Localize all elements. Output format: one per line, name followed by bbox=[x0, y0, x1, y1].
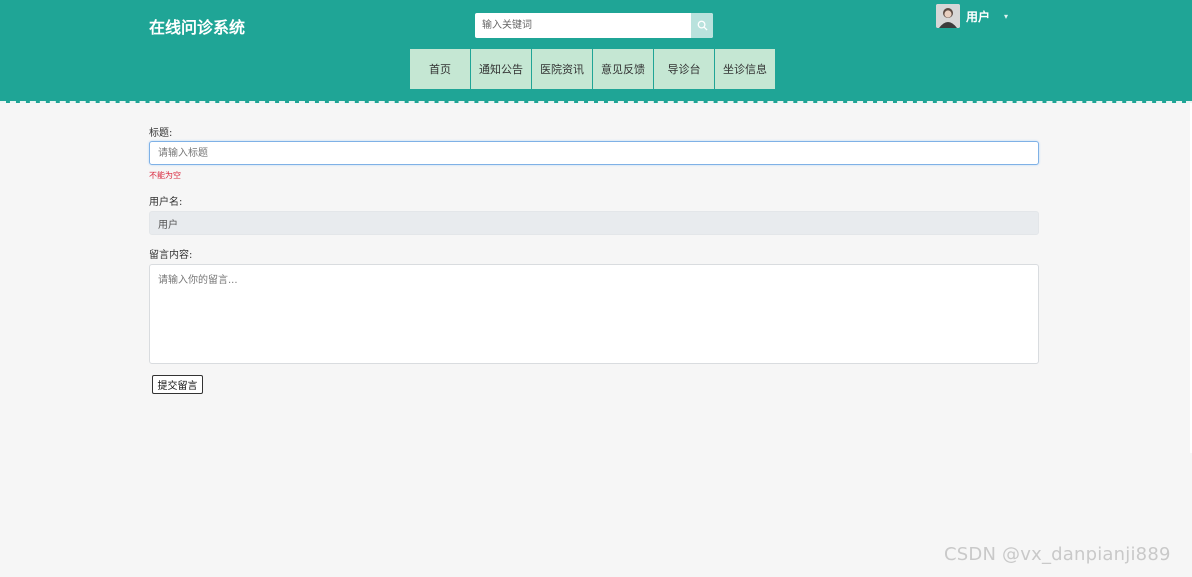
submit-button[interactable]: 提交留言 bbox=[152, 375, 203, 394]
user-menu[interactable]: 用户 ▾ bbox=[936, 4, 1008, 28]
message-textarea[interactable] bbox=[149, 264, 1039, 364]
nav-item-notices[interactable]: 通知公告 bbox=[471, 49, 531, 89]
watermark: CSDN @vx_danpianji889 bbox=[944, 544, 1171, 565]
title-input[interactable] bbox=[149, 141, 1039, 165]
site-brand[interactable]: 在线问诊系统 bbox=[149, 14, 245, 38]
nav-item-feedback[interactable]: 意见反馈 bbox=[593, 49, 653, 89]
nav-item-home[interactable]: 首页 bbox=[410, 49, 470, 89]
search-bar bbox=[475, 13, 713, 38]
search-button[interactable] bbox=[691, 13, 713, 38]
top-header: 在线问诊系统 用户 ▾ 首页 通知公告 医院资讯 意见反馈 导诊台 坐诊信息 bbox=[0, 0, 1192, 103]
avatar bbox=[936, 4, 960, 28]
main-nav: 首页 通知公告 医院资讯 意见反馈 导诊台 坐诊信息 bbox=[410, 49, 776, 89]
search-icon bbox=[697, 20, 708, 31]
search-input[interactable] bbox=[475, 13, 691, 38]
title-label: 标题: bbox=[149, 128, 173, 139]
username-field: 用户 bbox=[149, 211, 1039, 235]
nav-item-hospital-news[interactable]: 医院资讯 bbox=[532, 49, 592, 89]
nav-item-doctor-schedule[interactable]: 坐诊信息 bbox=[715, 49, 775, 89]
nav-item-guide-desk[interactable]: 导诊台 bbox=[654, 49, 714, 89]
chevron-down-icon: ▾ bbox=[1004, 11, 1009, 21]
username-label: 用户名: bbox=[149, 197, 183, 208]
content-label: 留言内容: bbox=[149, 250, 193, 261]
user-name: 用户 bbox=[966, 9, 991, 24]
title-error-message: 不能为空 bbox=[149, 171, 181, 180]
